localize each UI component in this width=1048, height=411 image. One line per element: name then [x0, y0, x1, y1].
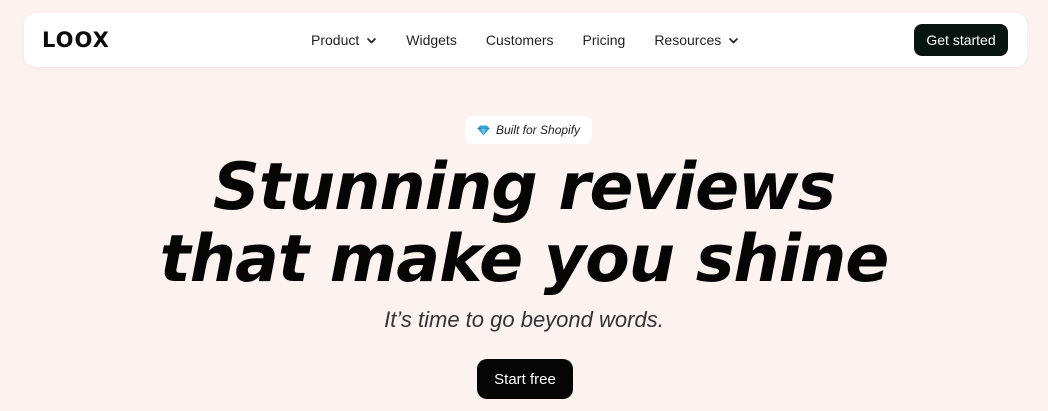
nav-links: Product Widgets Customers Pricing Resour… [311, 13, 739, 67]
nav-item-label: Product [311, 32, 360, 48]
chevron-down-icon [366, 35, 377, 46]
nav-item-label: Resources [654, 32, 722, 48]
nav-item-product[interactable]: Product [311, 32, 377, 48]
loox-logo[interactable]: LOOX [42, 28, 110, 52]
logo-text: LOOX [42, 28, 110, 52]
badge-text: Built for Shopify [496, 123, 581, 137]
nav-item-label: Customers [485, 32, 554, 48]
chevron-down-icon [728, 35, 739, 46]
nav-item-pricing[interactable]: Pricing [583, 32, 626, 48]
headline-line-1: Stunning reviews [212, 150, 836, 225]
nav-item-widgets[interactable]: Widgets [406, 32, 457, 48]
get-started-button[interactable]: Get started [914, 24, 1008, 56]
top-navigation-bar: LOOX Product Widgets Customers Pricing R… [24, 13, 1027, 67]
nav-item-customers[interactable]: Customers [486, 32, 554, 48]
nav-item-label: Pricing [582, 32, 626, 48]
hero-subheadline: It’s time to go beyond words. [384, 307, 664, 332]
start-free-button[interactable]: Start free [477, 359, 573, 399]
nav-item-resources[interactable]: Resources [654, 32, 739, 48]
diamond-icon [477, 125, 490, 136]
hero-headline: Stunning reviews that make you shine [0, 152, 1048, 296]
headline-line-2: that make you shine [159, 222, 890, 297]
nav-item-label: Widgets [406, 32, 457, 48]
built-for-shopify-badge: Built for Shopify [465, 116, 593, 144]
